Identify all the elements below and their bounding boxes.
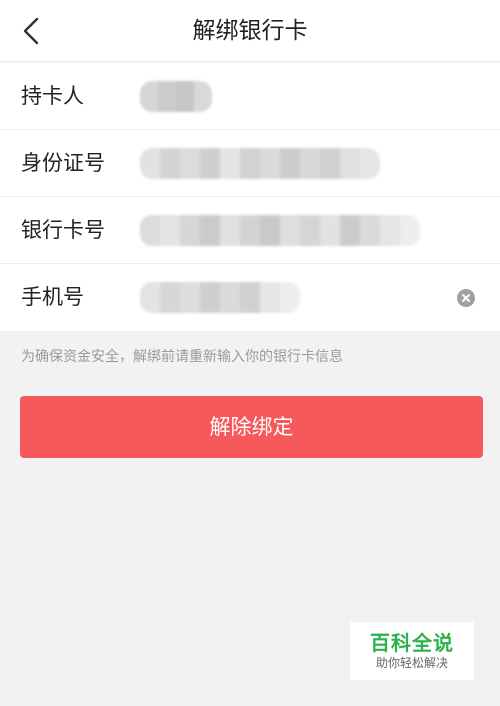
unbind-button[interactable]: 解除绑定 bbox=[20, 396, 483, 458]
watermark-title: 百科全说 bbox=[370, 631, 454, 655]
card-number-value-masked bbox=[140, 215, 420, 246]
card-number-label: 银行卡号 bbox=[21, 218, 105, 242]
clear-circle-icon bbox=[462, 294, 470, 302]
top-bar: 解绑银行卡 bbox=[0, 0, 500, 62]
cardholder-value-masked bbox=[140, 81, 212, 112]
page-title: 解绑银行卡 bbox=[192, 18, 308, 44]
clear-phone-button[interactable] bbox=[457, 289, 475, 307]
watermark-subtitle: 助你轻松解决 bbox=[375, 656, 448, 670]
security-notice: 为确保资金安全，解绑前请重新输入你的银行卡信息 bbox=[21, 349, 343, 365]
id-number-value-masked bbox=[140, 148, 380, 179]
phone-row[interactable]: 手机号 bbox=[0, 264, 500, 331]
cardholder-row[interactable]: 持卡人 bbox=[0, 63, 500, 130]
cardholder-label: 持卡人 bbox=[21, 84, 84, 108]
id-number-label: 身份证号 bbox=[21, 151, 105, 175]
id-number-row[interactable]: 身份证号 bbox=[0, 130, 500, 197]
card-form: 持卡人 身份证号 银行卡号 手机号 bbox=[0, 63, 500, 331]
card-number-row[interactable]: 银行卡号 bbox=[0, 197, 500, 264]
phone-label: 手机号 bbox=[21, 285, 84, 309]
phone-value-masked bbox=[140, 282, 300, 313]
watermark-logo: 百科全说 助你轻松解决 bbox=[350, 622, 474, 680]
